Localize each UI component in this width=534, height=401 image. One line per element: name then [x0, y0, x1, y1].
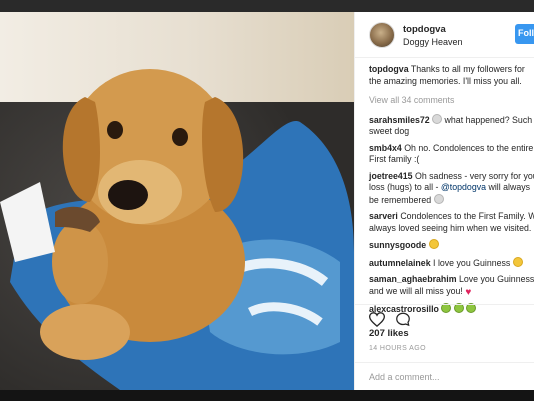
view-all-comments-link[interactable]: View all 34 comments: [355, 95, 534, 107]
ghost-emoji: [433, 193, 444, 204]
comment-text: be remembered: [369, 194, 432, 205]
comment: sarveri Condolences to the First Family.…: [355, 211, 534, 223]
towel: [0, 182, 55, 262]
comment-username[interactable]: autumnelainek: [369, 258, 431, 268]
comment-username[interactable]: saman_aghaebrahim: [369, 274, 457, 284]
comment-text: and we will all miss you!: [369, 285, 463, 296]
puppy-nose: [108, 180, 148, 210]
avatar[interactable]: [369, 22, 395, 48]
comments-area: topdogva Thanks to all my followers for …: [355, 64, 534, 316]
comment-cont: sweet dog: [369, 126, 410, 136]
caption: topdogva Thanks to all my followers for: [355, 64, 534, 76]
post-photo: [0, 12, 354, 390]
comment-username[interactable]: sarahsmiles72: [369, 115, 430, 125]
comment: sunnysgoode: [355, 239, 534, 252]
location-link[interactable]: Doggy Heaven: [403, 37, 463, 47]
comment-cont: First family :(: [369, 154, 420, 164]
comment: autumnelainek I love you Guinness: [355, 256, 534, 270]
sad-face-emoji: [432, 113, 443, 124]
comment-cont: always loved seeing him when we visited.: [369, 222, 532, 233]
comment-cont: and we will all miss you! ♥: [355, 286, 534, 299]
puppy-eye-right: [172, 128, 188, 146]
comment-text: will always: [486, 182, 531, 192]
comment-text: Oh sadness - very sorry for you: [412, 170, 534, 181]
comment-text: loss (hugs) to all -: [369, 182, 441, 192]
heart-emoji: ♥: [465, 286, 472, 298]
follow-button[interactable]: Follo: [515, 24, 534, 44]
comment-text: what happened? Such: [442, 114, 533, 125]
puppy-illustration: [0, 69, 354, 390]
caption-username[interactable]: topdogva: [369, 64, 409, 74]
comment-text: Love you Guinness: [456, 274, 534, 284]
add-comment-bar: Add a comment...: [355, 362, 534, 390]
sad-emoji: [428, 239, 439, 249]
comment-cont: be remembered: [355, 193, 534, 207]
comment-text: Condolences to the First Family. W: [397, 211, 534, 221]
timestamp[interactable]: 14 HOURS AGO: [369, 345, 426, 352]
comment: smb4x4 Oh no. Condolences to the entire: [355, 143, 534, 155]
comment-username[interactable]: sarveri: [369, 211, 398, 221]
comment-text: I love you Guinness: [430, 257, 511, 268]
post-sidebar: topdogva Doggy Heaven Follo topdogva Tha…: [354, 12, 534, 390]
comment-icon[interactable]: [395, 312, 411, 327]
comment-username[interactable]: joetree415: [369, 171, 413, 181]
comment-username[interactable]: smb4x4: [369, 143, 402, 153]
mention-link[interactable]: @topdogva: [441, 182, 486, 192]
comment-username[interactable]: sunnysgoode: [369, 240, 426, 250]
likes-count[interactable]: 207 likes: [369, 328, 409, 339]
caption-text: Thanks to all my followers for: [408, 64, 525, 74]
puppy-ear-left: [62, 97, 100, 202]
comment-text: Oh no. Condolences to the entire: [401, 142, 534, 153]
comment: saman_aghaebrahim Love you Guinness: [355, 274, 534, 286]
action-bar: [355, 304, 534, 327]
comment: joetree415 Oh sadness - very sorry for y…: [355, 171, 534, 183]
smile-emoji: [512, 256, 523, 267]
post-header: topdogva Doggy Heaven Follo: [355, 12, 534, 58]
caption-line-2: the amazing memories. I'll miss you all.: [369, 75, 522, 86]
username-link[interactable]: topdogva: [403, 24, 446, 35]
heart-icon[interactable]: [369, 312, 385, 327]
comment-cont: loss (hugs) to all - @topdogva will alwa…: [355, 182, 534, 194]
comment: sarahsmiles72 what happened? Such: [355, 113, 534, 127]
puppy-eye-left: [107, 121, 123, 139]
add-comment-input[interactable]: Add a comment...: [369, 372, 440, 382]
puppy-paw-left: [40, 304, 130, 360]
